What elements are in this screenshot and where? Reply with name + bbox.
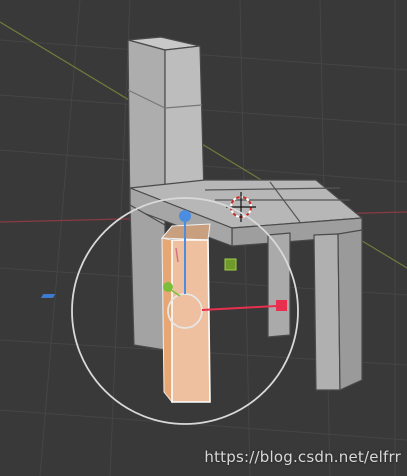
viewport-canvas[interactable] (0, 0, 407, 476)
gizmo-plane-xy-handle[interactable] (40, 294, 56, 298)
3d-viewport[interactable]: https://blog.csdn.net/elfrr (0, 0, 407, 476)
leg-front-right-front (313, 233, 341, 391)
gizmo-z-handle[interactable] (179, 210, 191, 222)
leg-front-right-side (337, 229, 363, 391)
leg-back-left (129, 204, 166, 351)
gizmo-y-handle[interactable] (163, 282, 173, 292)
gizmo-x-handle[interactable] (276, 300, 287, 311)
watermark-text: https://blog.csdn.net/elfrr (204, 448, 401, 466)
gizmo-plane-yz-handle[interactable] (224, 258, 237, 271)
gizmo-x-axis[interactable] (201, 305, 277, 311)
